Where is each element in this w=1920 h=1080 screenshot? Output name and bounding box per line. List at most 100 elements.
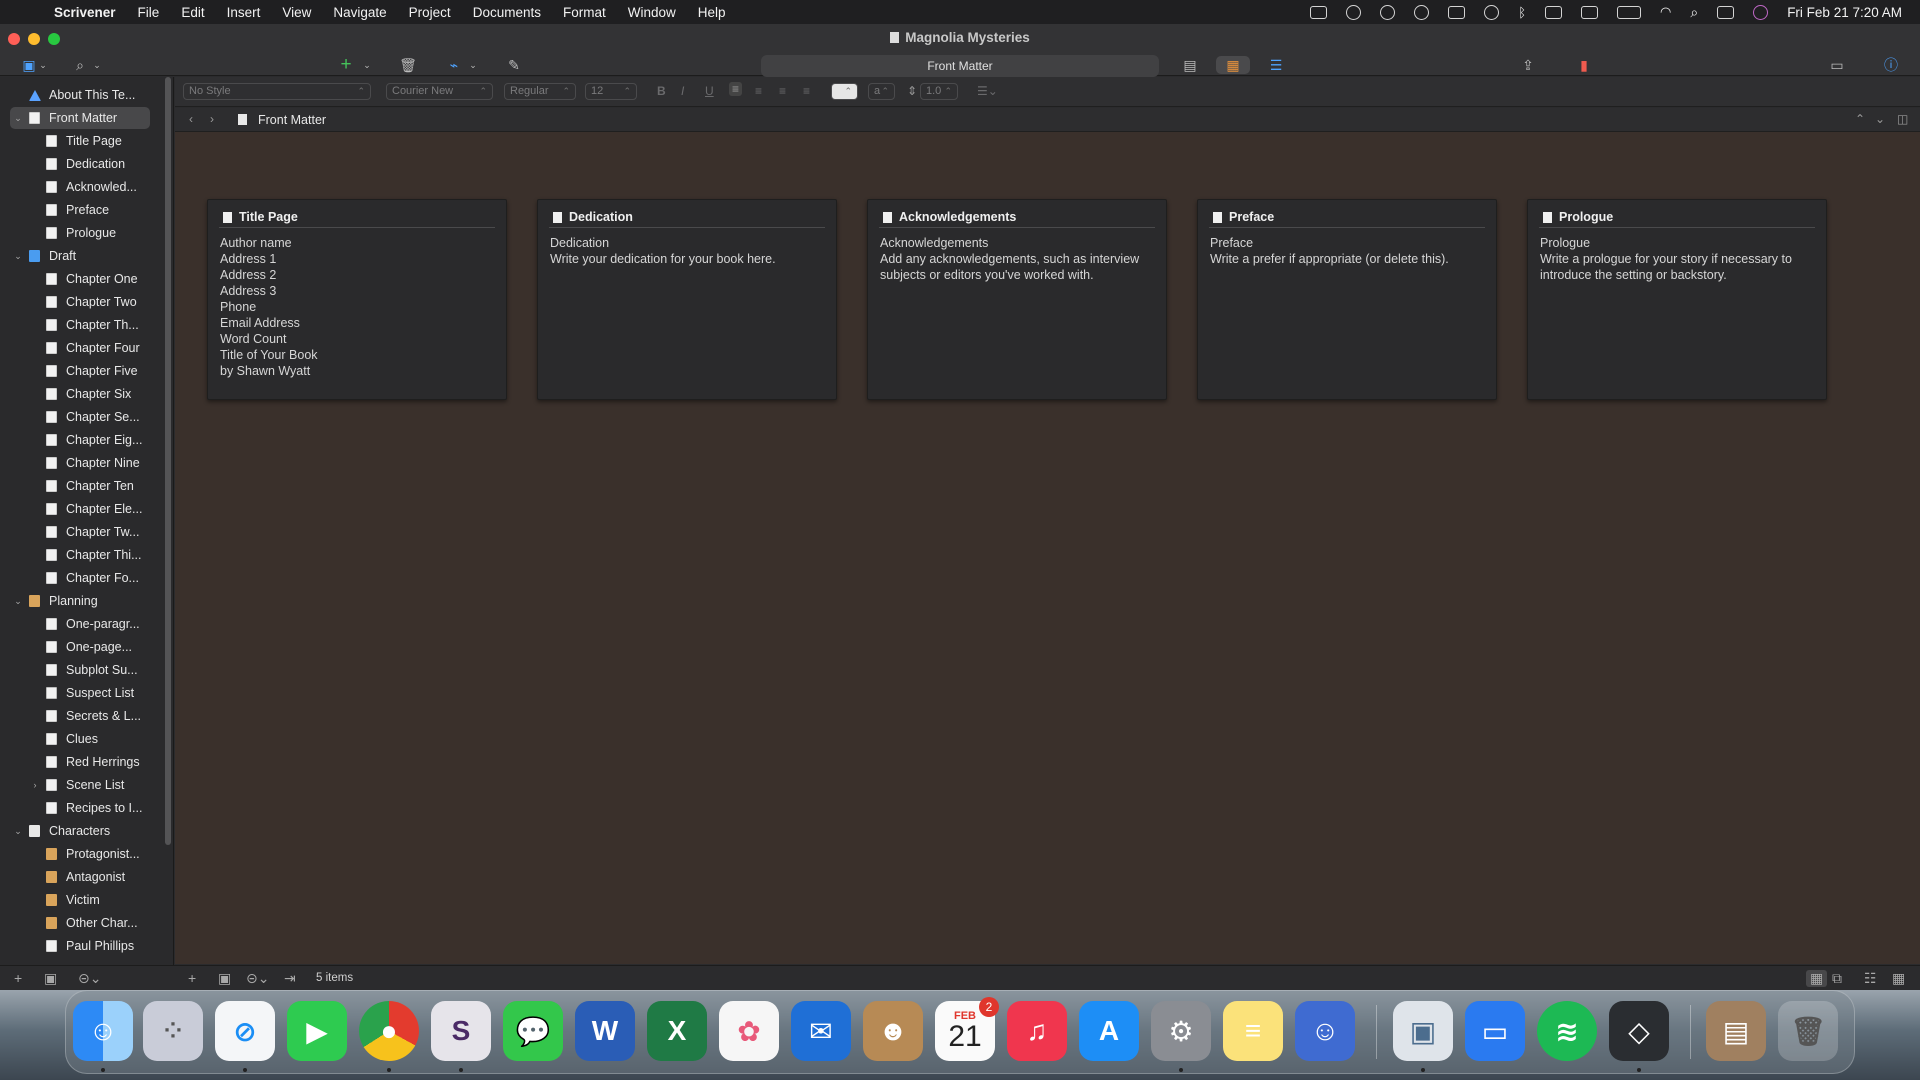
screen-capture-icon[interactable] xyxy=(1310,5,1328,19)
disclosure-closed-icon[interactable]: › xyxy=(30,780,40,790)
binder-item[interactable]: Prologue xyxy=(0,222,160,244)
xda-app-icon[interactable]: ◇ xyxy=(1609,1001,1669,1061)
app-store-icon[interactable]: A xyxy=(1079,1001,1139,1061)
menu-project[interactable]: Project xyxy=(409,5,451,20)
add-item-button[interactable]: + xyxy=(336,54,356,75)
navigate-back-button[interactable]: ‹ xyxy=(189,112,193,126)
card-title[interactable]: Title Page xyxy=(223,210,298,224)
card-size-button[interactable]: ▦ xyxy=(1892,970,1905,987)
binder-scrollbar[interactable] xyxy=(165,77,171,845)
font-weight-select[interactable]: Regular xyxy=(504,83,576,100)
font-family-select[interactable]: Courier New xyxy=(386,83,493,100)
safari-icon[interactable]: ⊘ xyxy=(215,1001,275,1061)
inspector-button[interactable]: ⓘ xyxy=(1878,56,1904,74)
spotify-icon[interactable]: ≋ xyxy=(1537,1001,1597,1061)
menu-clock[interactable]: Fri Feb 21 7:20 AM xyxy=(1787,5,1902,20)
binder-item[interactable]: ⌄ Characters xyxy=(0,820,160,842)
text-color-picker[interactable] xyxy=(831,83,858,100)
downloads-stack-icon[interactable]: ▤ xyxy=(1706,1001,1766,1061)
calendar-icon[interactable]: FEB 21 2 xyxy=(935,997,999,1061)
next-document-button[interactable]: ⌄ xyxy=(1875,112,1885,126)
bookmark-button[interactable]: ▮ xyxy=(1572,56,1596,74)
keyboard-icon[interactable] xyxy=(1581,5,1598,19)
pill-app-icon[interactable] xyxy=(1448,5,1466,19)
binder-item[interactable]: Chapter Tw... xyxy=(0,521,160,543)
italic-button[interactable]: I xyxy=(681,84,684,98)
binder-item[interactable]: Dedication xyxy=(0,153,160,175)
highlight-color-picker[interactable]: a xyxy=(868,83,895,100)
previous-document-button[interactable]: ⌃ xyxy=(1855,112,1865,126)
facetime-icon[interactable]: ▶ xyxy=(287,1001,347,1061)
binder-item[interactable]: Chapter Six xyxy=(0,383,160,405)
index-card[interactable]: Prologue Prologue Write a prologue for yo… xyxy=(1527,199,1827,400)
align-justify-button[interactable]: ≡ xyxy=(803,84,810,98)
chrome-icon[interactable]: ● xyxy=(359,1001,419,1061)
card-title[interactable]: Preface xyxy=(1213,210,1274,224)
battery-icon[interactable] xyxy=(1617,5,1641,19)
card-title[interactable]: Prologue xyxy=(1543,210,1613,224)
move-button[interactable]: ⇥ xyxy=(284,970,296,987)
menu-window[interactable]: Window xyxy=(628,5,676,20)
car-app-icon[interactable] xyxy=(1545,5,1562,19)
menu-format[interactable]: Format xyxy=(563,5,606,20)
binder-item[interactable]: Chapter Fo... xyxy=(0,567,160,589)
binder-item[interactable]: One-paragr... xyxy=(0,613,160,635)
excel-icon[interactable]: X xyxy=(647,1001,707,1061)
align-right-button[interactable]: ≡ xyxy=(779,84,786,98)
binder-item[interactable]: Chapter Ele... xyxy=(0,498,160,520)
music-icon[interactable]: ♫ xyxy=(1007,1001,1067,1061)
menu-insert[interactable]: Insert xyxy=(227,5,261,20)
quick-search-button[interactable]: ⌕ xyxy=(68,56,92,74)
compose-button[interactable]: ✎ xyxy=(504,56,524,74)
binder-add-folder-button[interactable]: ▣ xyxy=(44,970,57,987)
menu-navigate[interactable]: Navigate xyxy=(333,5,386,20)
menu-edit[interactable]: Edit xyxy=(181,5,204,20)
binder-item[interactable]: Red Herrings xyxy=(0,751,160,773)
binder-item[interactable]: Protagonist... xyxy=(0,843,160,865)
binder-item[interactable]: One-page... xyxy=(0,636,160,658)
binder-item[interactable]: About This Te... xyxy=(0,84,160,106)
binder-item[interactable]: ⌄ Draft xyxy=(0,245,160,267)
trash-button[interactable]: 🗑 xyxy=(398,56,418,74)
binder-item[interactable]: Preface xyxy=(0,199,160,221)
scrivener-icon[interactable]: S xyxy=(431,1001,491,1061)
binder-item[interactable]: › Scene List xyxy=(0,774,160,796)
split-editor-button[interactable]: ◫ xyxy=(1897,112,1908,126)
spotlight-search-icon[interactable]: ⌕ xyxy=(1690,4,1698,21)
corkboard-options-button[interactable]: ☷ xyxy=(1864,970,1877,987)
freeform-view-button[interactable]: ⧉ xyxy=(1832,970,1842,987)
menu-app-name[interactable]: Scrivener xyxy=(54,5,116,20)
line-spacing-select[interactable]: 1.0 xyxy=(920,83,958,100)
binder-actions-button[interactable]: ⊝⌄ xyxy=(78,970,101,987)
cloud-sync-icon[interactable] xyxy=(1346,4,1362,20)
add-item-chevron-icon[interactable]: ⌄ xyxy=(362,56,372,74)
grammarly-icon[interactable] xyxy=(1414,4,1430,20)
corkboard-grid-view-button[interactable]: ▦ xyxy=(1806,970,1828,987)
menu-documents[interactable]: Documents xyxy=(473,5,541,20)
binder-item[interactable]: Other Char... xyxy=(0,912,160,934)
index-card[interactable]: Preface Preface Write a prefer if appropr… xyxy=(1197,199,1497,400)
binder-item[interactable]: Chapter Five xyxy=(0,360,160,382)
messages-icon[interactable]: 💬 xyxy=(503,1001,563,1061)
binder-item[interactable]: Clues xyxy=(0,728,160,750)
thunderbird-icon[interactable]: ✉ xyxy=(791,1001,851,1061)
index-card[interactable]: Acknowledgements Acknowledgements Add any… xyxy=(867,199,1167,400)
binder-item[interactable]: Chapter Two xyxy=(0,291,160,313)
binder-item[interactable]: ⌄ Planning xyxy=(0,590,160,612)
card-title[interactable]: Acknowledgements xyxy=(883,210,1016,224)
menu-help[interactable]: Help xyxy=(698,5,726,20)
binder-item[interactable]: Acknowled... xyxy=(0,176,160,198)
vpn-icon[interactable] xyxy=(1484,4,1500,20)
bluetooth-icon[interactable]: ᛒ xyxy=(1518,5,1526,20)
binder-add-button[interactable]: + xyxy=(14,970,22,986)
disclosure-open-icon[interactable]: ⌄ xyxy=(13,596,23,607)
outline-view-button[interactable]: ☰ xyxy=(1264,56,1288,74)
link-button[interactable]: ⌁ xyxy=(444,56,464,74)
trash-icon[interactable]: 🗑 xyxy=(1778,1001,1838,1061)
link-chevron-icon[interactable]: ⌄ xyxy=(468,56,478,74)
menu-file[interactable]: File xyxy=(138,5,160,20)
binder-item[interactable]: Subplot Su... xyxy=(0,659,160,681)
finder-icon[interactable]: ☺ xyxy=(73,1001,133,1061)
binder-item[interactable]: Chapter Nine xyxy=(0,452,160,474)
card-synopsis[interactable]: Dedication Write your dedication for you… xyxy=(550,235,824,267)
